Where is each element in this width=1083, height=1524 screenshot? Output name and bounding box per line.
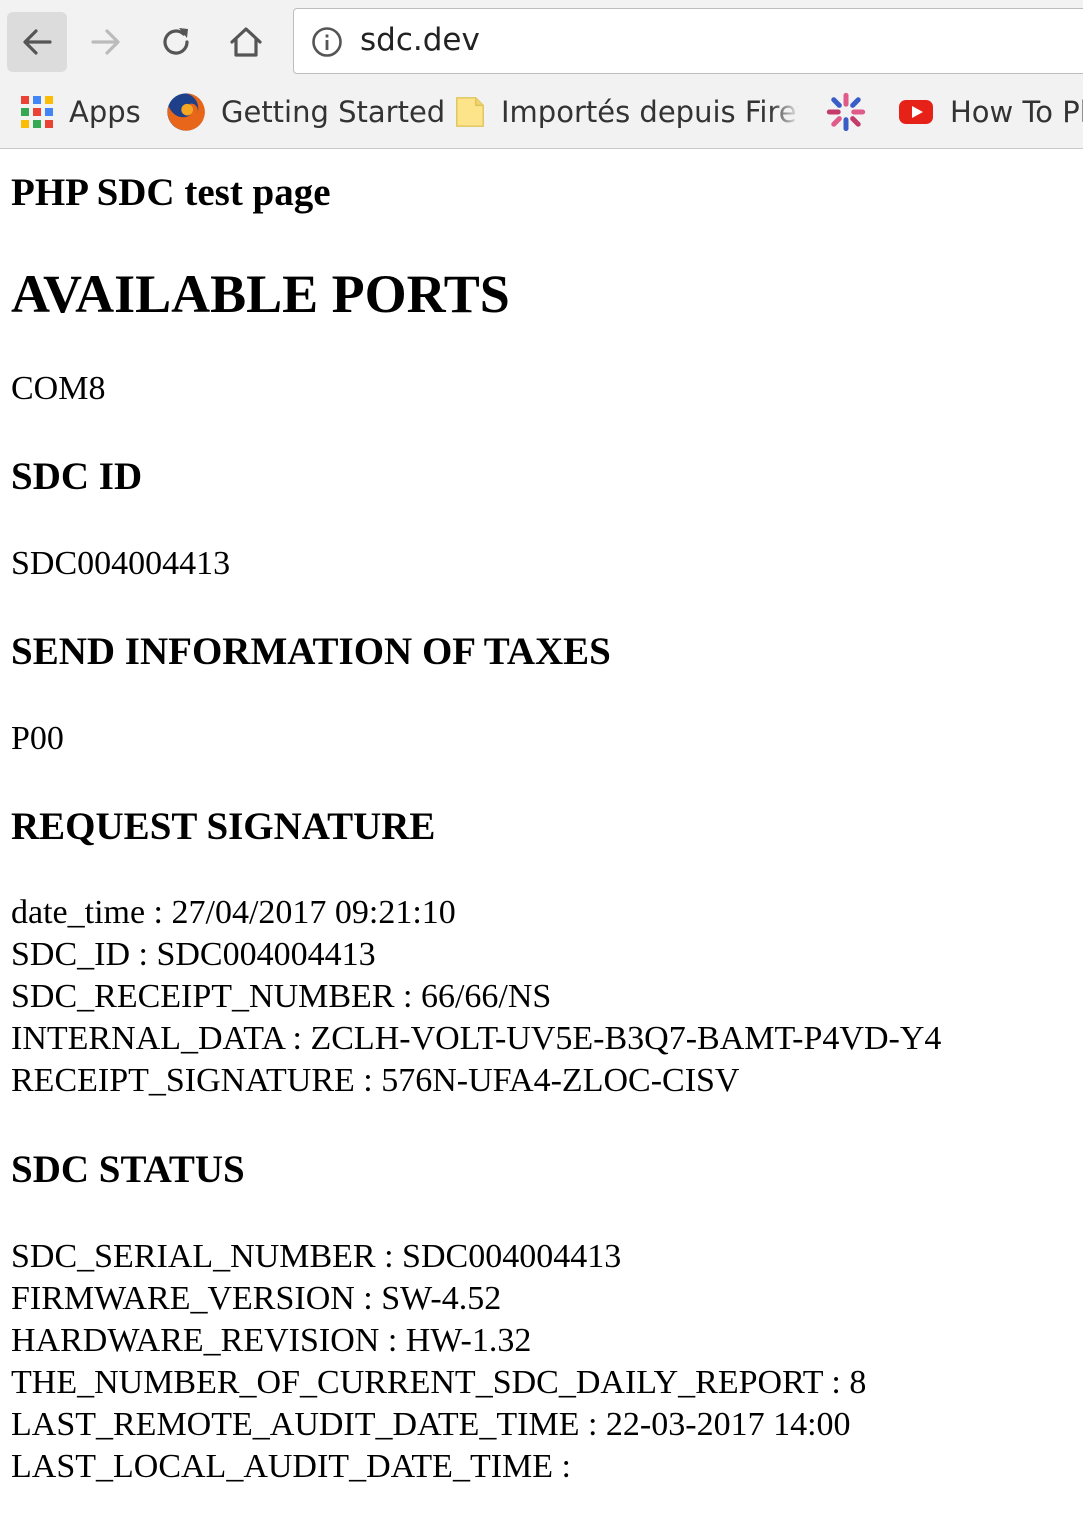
arrow-left-icon (23, 29, 52, 55)
reload-button[interactable] (146, 12, 206, 72)
youtube-icon (899, 100, 933, 124)
send-taxes-value: P00 (11, 720, 64, 757)
bookmark-getting-started[interactable]: Getting Started (165, 88, 445, 136)
reload-icon (163, 28, 189, 55)
sdc-status-line: THE_NUMBER_OF_CURRENT_SDC_DAILY_REPORT :… (11, 1364, 867, 1401)
bookmark-how-to[interactable]: How To Pl (896, 88, 1083, 136)
bookmark-label: Importés depuis Firefox (501, 95, 798, 129)
request-signature-line: date_time : 27/04/2017 09:21:10 (11, 894, 456, 931)
home-icon (230, 27, 262, 57)
available-ports-value: COM8 (11, 370, 106, 407)
pinwheel-icon (826, 92, 866, 132)
sdc-id-heading: SDC ID (11, 455, 143, 498)
folder-icon (456, 97, 484, 127)
bookmark-apps[interactable]: Apps (19, 88, 141, 136)
sdc-status-line: SDC_SERIAL_NUMBER : SDC004004413 (11, 1238, 622, 1275)
browser-toolbar: sdc.dev Apps Getting Started Importés de… (0, 0, 1083, 149)
forward-button[interactable] (76, 12, 136, 72)
available-ports-heading: AVAILABLE PORTS (11, 264, 510, 324)
request-signature-lines: date_time : 27/04/2017 09:21:10 SDC_ID :… (11, 892, 941, 1102)
info-icon[interactable] (311, 26, 343, 58)
firefox-icon (167, 93, 205, 131)
sdc-status-heading: SDC STATUS (11, 1148, 245, 1191)
arrow-right-icon (91, 29, 120, 55)
home-button[interactable] (216, 12, 276, 72)
request-signature-line: RECEIPT_SIGNATURE : 576N-UFA4-ZLOC-CISV (11, 1062, 740, 1099)
send-taxes-heading: SEND INFORMATION OF TAXES (11, 630, 611, 673)
page-title: PHP SDC test page (11, 171, 331, 214)
bookmark-label: How To Pl (950, 95, 1083, 129)
back-button[interactable] (7, 12, 67, 72)
sdc-status-line: LAST_LOCAL_AUDIT_DATE_TIME : (11, 1448, 571, 1485)
sdc-status-line: LAST_REMOTE_AUDIT_DATE_TIME : 22-03-2017… (11, 1406, 851, 1443)
sdc-status-lines: SDC_SERIAL_NUMBER : SDC004004413 FIRMWAR… (11, 1236, 866, 1488)
bookmark-label: Apps (69, 95, 141, 129)
address-bar[interactable]: sdc.dev (293, 8, 1083, 74)
url-text[interactable]: sdc.dev (360, 22, 480, 58)
request-signature-line: SDC_ID : SDC004004413 (11, 936, 376, 973)
bookmark-fade (770, 88, 800, 136)
bookmark-label: Getting Started (221, 95, 446, 129)
apps-grid-icon (21, 96, 53, 128)
sdc-status-line: FIRMWARE_VERSION : SW-4.52 (11, 1280, 502, 1317)
request-signature-line: INTERNAL_DATA : ZCLH-VOLT-UV5E-B3Q7-BAMT… (11, 1020, 942, 1057)
sdc-id-value: SDC004004413 (11, 545, 231, 582)
request-signature-heading: REQUEST SIGNATURE (11, 805, 436, 848)
request-signature-line: SDC_RECEIPT_NUMBER : 66/66/NS (11, 978, 552, 1015)
sdc-status-line: HARDWARE_REVISION : HW-1.32 (11, 1322, 532, 1359)
bookmark-pinwheel[interactable] (826, 88, 880, 136)
bookmark-folder-imported[interactable]: Importés depuis Firefox (453, 88, 798, 136)
